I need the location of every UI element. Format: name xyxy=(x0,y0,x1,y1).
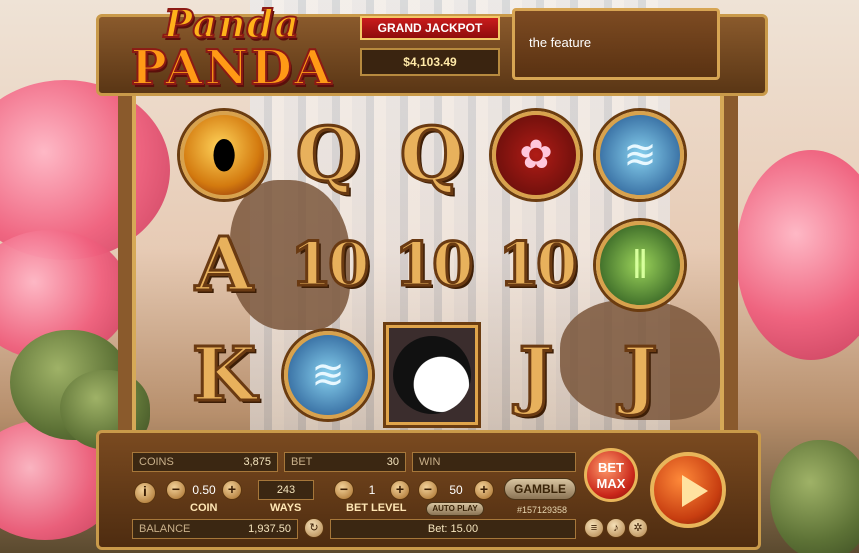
reel-cell: Q xyxy=(276,100,380,210)
cherry-blossom-icon: ✿ xyxy=(492,111,580,199)
sound-icon[interactable]: ♪ xyxy=(606,518,626,538)
symbol-j: J xyxy=(621,331,659,420)
gamble-button[interactable]: GAMBLE xyxy=(504,478,576,500)
reel-cell: 10 xyxy=(380,210,484,320)
feature-text: the feature xyxy=(529,35,592,50)
bet-value: 30 xyxy=(386,456,399,468)
reel-cell: ≋ xyxy=(276,320,380,430)
symbol-j: J xyxy=(517,331,555,420)
bet-label: BET xyxy=(291,456,313,468)
symbol-a: A xyxy=(194,221,254,310)
waterfall-icon: ≋ xyxy=(596,111,684,199)
bamboo-icon: ‖ xyxy=(596,221,684,309)
autoplay-count: 50 xyxy=(449,483,463,497)
bet-level-plus-button[interactable]: + xyxy=(390,480,410,500)
symbol-q: Q xyxy=(294,111,361,200)
coin-label: COIN xyxy=(190,502,218,514)
gold-ingot-icon: ⬮ xyxy=(180,111,268,199)
reel-cell: ‖ xyxy=(588,210,692,320)
coins-label: COINS xyxy=(139,456,174,468)
reel-cell xyxy=(380,320,484,430)
panda-face xyxy=(393,336,471,414)
symbol-10: 10 xyxy=(497,229,579,302)
game-logo: Panda PANDA xyxy=(112,1,352,100)
leaf-plant-right xyxy=(770,440,859,553)
win-label: WIN xyxy=(419,456,441,468)
reel-cell: ≋ xyxy=(588,100,692,210)
ways-display: 243 xyxy=(258,480,314,500)
refresh-icon[interactable]: ↻ xyxy=(304,518,324,538)
ways-label: WAYS xyxy=(270,502,302,514)
coins-value: 3,875 xyxy=(243,456,271,468)
autoplay-button[interactable]: AUTO PLAY xyxy=(426,502,484,516)
symbol-10: 10 xyxy=(393,229,475,302)
autoplay-minus-button[interactable]: − xyxy=(418,480,438,500)
reel-cell: J xyxy=(588,320,692,430)
bet-total-display: Bet: 15.00 xyxy=(330,519,576,539)
bet-total: Bet: 15.00 xyxy=(427,523,479,535)
spin-button[interactable] xyxy=(650,452,726,528)
bet-level-value: 1 xyxy=(368,483,376,497)
reel-cell: ✿ xyxy=(484,100,588,210)
info-icon: i xyxy=(143,483,147,499)
reel-cell: 10 xyxy=(276,210,380,320)
reel-grid: ⬮ Q Q ✿ ≋ A 10 10 10 ‖ K ≋ J J xyxy=(172,100,694,430)
jackpot-value: $4,103.49 xyxy=(360,48,500,76)
symbol-q: Q xyxy=(398,111,465,200)
balance-label: BALANCE xyxy=(139,523,191,535)
cherry-tree-right xyxy=(736,150,859,360)
coin-minus-button[interactable]: − xyxy=(166,480,186,500)
symbol-10: 10 xyxy=(289,229,371,302)
win-display: WIN xyxy=(412,452,576,472)
ways-value: 243 xyxy=(276,484,296,496)
bet-display: BET 30 xyxy=(284,452,406,472)
coin-value: 0.50 xyxy=(192,483,216,497)
coin-plus-button[interactable]: + xyxy=(222,480,242,500)
reel-cell: 10 xyxy=(484,210,588,320)
bet-max-button[interactable]: BET MAX xyxy=(584,448,638,502)
game-id: #157129358 xyxy=(516,505,568,515)
bet-level-label: BET LEVEL xyxy=(346,502,407,514)
settings-icon[interactable]: ✲ xyxy=(628,518,648,538)
reel-cell: ⬮ xyxy=(172,100,276,210)
feature-panel: the feature xyxy=(512,8,720,80)
jackpot-title: GRAND JACKPOT xyxy=(360,16,500,40)
coins-display: COINS 3,875 xyxy=(132,452,278,472)
grand-jackpot: GRAND JACKPOT $4,103.49 xyxy=(360,16,500,82)
panda-wild-icon xyxy=(386,325,478,425)
reel-cell: Q xyxy=(380,100,484,210)
waterfall-icon: ≋ xyxy=(284,331,372,419)
balance-display: BALANCE 1,937.50 xyxy=(132,519,298,539)
reel-cell: K xyxy=(172,320,276,430)
info-button[interactable]: i xyxy=(134,482,156,504)
symbol-k: K xyxy=(190,331,257,420)
logo-line-2: PANDA xyxy=(130,40,334,96)
autoplay-plus-button[interactable]: + xyxy=(474,480,494,500)
bet-level-minus-button[interactable]: − xyxy=(334,480,354,500)
reel-cell: A xyxy=(172,210,276,320)
menu-icon[interactable]: ≡ xyxy=(584,518,604,538)
balance-value: 1,937.50 xyxy=(248,523,291,535)
reel-cell: J xyxy=(484,320,588,430)
logo-line-1: Panda xyxy=(163,1,300,46)
